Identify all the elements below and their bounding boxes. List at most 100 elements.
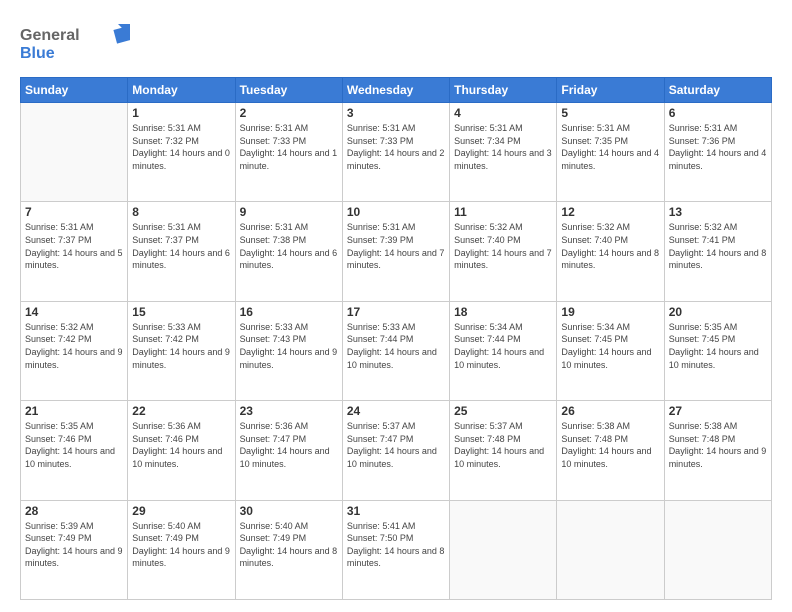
day-number: 7: [25, 205, 123, 219]
day-info: Sunrise: 5:31 AMSunset: 7:32 PMDaylight:…: [132, 122, 230, 172]
day-info: Sunrise: 5:38 AMSunset: 7:48 PMDaylight:…: [561, 420, 659, 470]
calendar-header-row: SundayMondayTuesdayWednesdayThursdayFrid…: [21, 78, 772, 103]
day-number: 15: [132, 305, 230, 319]
calendar-cell: 18 Sunrise: 5:34 AMSunset: 7:44 PMDayligh…: [450, 301, 557, 400]
calendar-week-row: 28Sunrise: 5:39 AMSunset: 7:49 PMDayligh…: [21, 500, 772, 599]
calendar-cell: 19Sunrise: 5:34 AMSunset: 7:45 PMDayligh…: [557, 301, 664, 400]
day-info: Sunrise: 5:38 AMSunset: 7:48 PMDaylight:…: [669, 420, 767, 470]
day-info: Sunrise: 5:32 AMSunset: 7:40 PMDaylight:…: [454, 221, 552, 271]
calendar-cell: 3 Sunrise: 5:31 AMSunset: 7:33 PMDaylight…: [342, 103, 449, 202]
day-number: 24: [347, 404, 445, 418]
day-number: 9: [240, 205, 338, 219]
day-info: Sunrise: 5:33 AMSunset: 7:44 PMDaylight:…: [347, 321, 445, 371]
day-info: Sunrise: 5:32 AMSunset: 7:41 PMDaylight:…: [669, 221, 767, 271]
calendar-cell: 22 Sunrise: 5:36 AMSunset: 7:46 PMDayligh…: [128, 401, 235, 500]
calendar-cell: [21, 103, 128, 202]
calendar-cell: 28Sunrise: 5:39 AMSunset: 7:49 PMDayligh…: [21, 500, 128, 599]
day-info: Sunrise: 5:32 AMSunset: 7:42 PMDaylight:…: [25, 321, 123, 371]
calendar-cell: 1 Sunrise: 5:31 AMSunset: 7:32 PMDaylight…: [128, 103, 235, 202]
day-info: Sunrise: 5:37 AMSunset: 7:47 PMDaylight:…: [347, 420, 445, 470]
day-info: Sunrise: 5:35 AMSunset: 7:46 PMDaylight:…: [25, 420, 123, 470]
day-info: Sunrise: 5:36 AMSunset: 7:47 PMDaylight:…: [240, 420, 338, 470]
calendar-cell: 15 Sunrise: 5:33 AMSunset: 7:42 PMDayligh…: [128, 301, 235, 400]
svg-text:Blue: Blue: [20, 45, 55, 62]
day-number: 25: [454, 404, 552, 418]
day-number: 19: [561, 305, 659, 319]
calendar-cell: 6 Sunrise: 5:31 AMSunset: 7:36 PMDaylight…: [664, 103, 771, 202]
calendar-cell: 5 Sunrise: 5:31 AMSunset: 7:35 PMDaylight…: [557, 103, 664, 202]
calendar-cell: 4 Sunrise: 5:31 AMSunset: 7:34 PMDaylight…: [450, 103, 557, 202]
day-info: Sunrise: 5:31 AMSunset: 7:34 PMDaylight:…: [454, 122, 552, 172]
calendar-header-sunday: Sunday: [21, 78, 128, 103]
day-info: Sunrise: 5:31 AMSunset: 7:36 PMDaylight:…: [669, 122, 767, 172]
day-number: 27: [669, 404, 767, 418]
day-number: 5: [561, 106, 659, 120]
calendar-table: SundayMondayTuesdayWednesdayThursdayFrid…: [20, 77, 772, 600]
day-info: Sunrise: 5:31 AMSunset: 7:33 PMDaylight:…: [347, 122, 445, 172]
calendar-cell: 16Sunrise: 5:33 AMSunset: 7:43 PMDayligh…: [235, 301, 342, 400]
calendar-week-row: 1 Sunrise: 5:31 AMSunset: 7:32 PMDaylight…: [21, 103, 772, 202]
day-number: 14: [25, 305, 123, 319]
calendar-cell: 10Sunrise: 5:31 AMSunset: 7:39 PMDayligh…: [342, 202, 449, 301]
day-info: Sunrise: 5:41 AMSunset: 7:50 PMDaylight:…: [347, 520, 445, 570]
day-info: Sunrise: 5:40 AMSunset: 7:49 PMDaylight:…: [132, 520, 230, 570]
day-info: Sunrise: 5:31 AMSunset: 7:38 PMDaylight:…: [240, 221, 338, 271]
day-info: Sunrise: 5:33 AMSunset: 7:43 PMDaylight:…: [240, 321, 338, 371]
calendar-cell: [664, 500, 771, 599]
day-info: Sunrise: 5:40 AMSunset: 7:49 PMDaylight:…: [240, 520, 338, 570]
day-info: Sunrise: 5:31 AMSunset: 7:35 PMDaylight:…: [561, 122, 659, 172]
header: General Blue: [20, 16, 772, 69]
calendar-header-thursday: Thursday: [450, 78, 557, 103]
calendar-cell: 21Sunrise: 5:35 AMSunset: 7:46 PMDayligh…: [21, 401, 128, 500]
day-info: Sunrise: 5:33 AMSunset: 7:42 PMDaylight:…: [132, 321, 230, 371]
day-number: 31: [347, 504, 445, 518]
day-info: Sunrise: 5:31 AMSunset: 7:37 PMDaylight:…: [25, 221, 123, 271]
day-number: 26: [561, 404, 659, 418]
calendar-cell: 29 Sunrise: 5:40 AMSunset: 7:49 PMDayligh…: [128, 500, 235, 599]
calendar-header-monday: Monday: [128, 78, 235, 103]
day-number: 8: [132, 205, 230, 219]
day-number: 29: [132, 504, 230, 518]
day-number: 1: [132, 106, 230, 120]
calendar-header-saturday: Saturday: [664, 78, 771, 103]
day-number: 28: [25, 504, 123, 518]
day-number: 17: [347, 305, 445, 319]
day-number: 4: [454, 106, 552, 120]
calendar-cell: 14 Sunrise: 5:32 AMSunset: 7:42 PMDayligh…: [21, 301, 128, 400]
day-number: 3: [347, 106, 445, 120]
calendar-header-tuesday: Tuesday: [235, 78, 342, 103]
calendar-cell: 7 Sunrise: 5:31 AMSunset: 7:37 PMDaylight…: [21, 202, 128, 301]
calendar-cell: 17 Sunrise: 5:33 AMSunset: 7:44 PMDayligh…: [342, 301, 449, 400]
calendar-cell: 24 Sunrise: 5:37 AMSunset: 7:47 PMDayligh…: [342, 401, 449, 500]
calendar-cell: 30 Sunrise: 5:40 AMSunset: 7:49 PMDayligh…: [235, 500, 342, 599]
day-number: 6: [669, 106, 767, 120]
day-number: 13: [669, 205, 767, 219]
svg-text:General: General: [20, 27, 80, 44]
day-info: Sunrise: 5:37 AMSunset: 7:48 PMDaylight:…: [454, 420, 552, 470]
logo: General Blue: [20, 20, 130, 69]
calendar-cell: [557, 500, 664, 599]
day-number: 20: [669, 305, 767, 319]
day-number: 2: [240, 106, 338, 120]
calendar-cell: 25 Sunrise: 5:37 AMSunset: 7:48 PMDayligh…: [450, 401, 557, 500]
day-number: 11: [454, 205, 552, 219]
day-info: Sunrise: 5:31 AMSunset: 7:33 PMDaylight:…: [240, 122, 338, 172]
calendar-cell: 27 Sunrise: 5:38 AMSunset: 7:48 PMDayligh…: [664, 401, 771, 500]
calendar-cell: 11 Sunrise: 5:32 AMSunset: 7:40 PMDayligh…: [450, 202, 557, 301]
day-number: 30: [240, 504, 338, 518]
calendar-cell: 2 Sunrise: 5:31 AMSunset: 7:33 PMDaylight…: [235, 103, 342, 202]
day-number: 22: [132, 404, 230, 418]
day-info: Sunrise: 5:31 AMSunset: 7:39 PMDaylight:…: [347, 221, 445, 271]
calendar-cell: 20Sunrise: 5:35 AMSunset: 7:45 PMDayligh…: [664, 301, 771, 400]
calendar-cell: 23Sunrise: 5:36 AMSunset: 7:47 PMDayligh…: [235, 401, 342, 500]
calendar-cell: 13 Sunrise: 5:32 AMSunset: 7:41 PMDayligh…: [664, 202, 771, 301]
calendar-week-row: 14 Sunrise: 5:32 AMSunset: 7:42 PMDayligh…: [21, 301, 772, 400]
day-info: Sunrise: 5:36 AMSunset: 7:46 PMDaylight:…: [132, 420, 230, 470]
calendar-cell: 9 Sunrise: 5:31 AMSunset: 7:38 PMDaylight…: [235, 202, 342, 301]
calendar-header-friday: Friday: [557, 78, 664, 103]
day-number: 18: [454, 305, 552, 319]
day-info: Sunrise: 5:34 AMSunset: 7:44 PMDaylight:…: [454, 321, 552, 371]
calendar-cell: 8 Sunrise: 5:31 AMSunset: 7:37 PMDaylight…: [128, 202, 235, 301]
day-info: Sunrise: 5:31 AMSunset: 7:37 PMDaylight:…: [132, 221, 230, 271]
calendar-week-row: 21Sunrise: 5:35 AMSunset: 7:46 PMDayligh…: [21, 401, 772, 500]
